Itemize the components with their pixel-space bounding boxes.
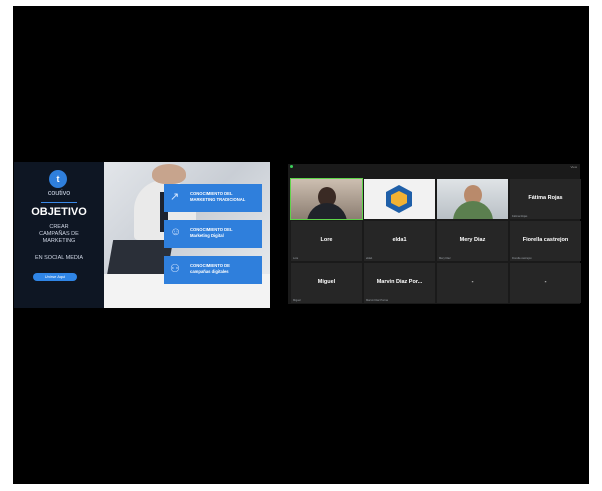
participant-name: Mery Diaz: [459, 237, 486, 243]
card-digital-marketing: ☺ CONOCIMIENTO DEL Marketing Digital: [164, 220, 262, 248]
network-icon: ⚇: [170, 263, 180, 275]
participant-label: Miguel: [293, 299, 301, 302]
hexagon-logo-icon: [386, 185, 412, 213]
card-traditional-marketing: ↗ CONOCIMIENTO DEL MARKETING TRADICIONAL: [164, 184, 262, 212]
participant-name: Lore: [320, 237, 333, 243]
person-icon: ☺: [170, 226, 182, 238]
participant-label: Marvin Diaz Porras: [366, 299, 389, 302]
slide-social-text: EN SOCIAL MEDIA: [34, 255, 84, 261]
participant-tile[interactable]: -: [510, 263, 581, 303]
participant-name: Fátima Rojas: [528, 195, 563, 201]
shared-screen: t coutivo OBJETIVO CREAR CAMPAÑAS DE MAR…: [14, 162, 270, 308]
participant-tile[interactable]: [437, 179, 508, 219]
join-button: Unirse Aqui: [33, 273, 77, 281]
slide-photo: ↗ CONOCIMIENTO DEL MARKETING TRADICIONAL …: [104, 162, 270, 308]
participant-tile[interactable]: Marvin Diaz Por... Marvin Diaz Porras: [364, 263, 435, 303]
participant-tile[interactable]: Lore Lore: [291, 221, 362, 261]
participant-name: -: [544, 279, 547, 285]
slide-sidebar: t coutivo OBJETIVO CREAR CAMPAÑAS DE MAR…: [14, 162, 104, 308]
recording-indicator-icon: [290, 165, 293, 168]
participant-name: Marvin Diaz Por...: [376, 279, 423, 285]
chart-icon: ↗: [170, 191, 180, 203]
participant-gallery: View Fátima Rojas Fátima Rojas Lore Lore…: [288, 164, 581, 304]
participant-tile[interactable]: [290, 178, 363, 220]
brand-name: coutivo: [47, 190, 71, 197]
slide-title: OBJETIVO: [31, 206, 87, 218]
card-digital-campaigns: ⚇ CONOCIMIENTO DE campañas digitales: [164, 256, 262, 284]
slide-subtitle: CREAR CAMPAÑAS DE MARKETING: [39, 224, 79, 244]
participant-tile[interactable]: elda1 elda1: [364, 221, 435, 261]
participant-tile[interactable]: Fátima Rojas Fátima Rojas: [510, 179, 581, 219]
participant-tile[interactable]: Mery Diaz Mery Diaz: [437, 221, 508, 261]
participant-label: Fátima Rojas: [512, 215, 528, 218]
participant-name: Miguel: [317, 279, 336, 285]
participant-name: -: [471, 279, 474, 285]
participant-tile[interactable]: Fiorella castrejon Fiorella castrejon: [510, 221, 581, 261]
participant-label: Lore: [293, 257, 299, 260]
participant-label: elda1: [366, 257, 373, 260]
participant-name: Fiorella castrejon: [522, 237, 569, 243]
view-button[interactable]: View: [571, 165, 577, 169]
divider: [41, 202, 77, 203]
participant-name: elda1: [392, 237, 407, 243]
participant-label: Fiorella castrejon: [512, 257, 532, 260]
participant-tile[interactable]: Miguel Miguel: [291, 263, 362, 303]
brand-logo-icon: t: [49, 170, 67, 188]
participant-tile[interactable]: -: [437, 263, 508, 303]
participant-label: Mery Diaz: [439, 257, 451, 260]
participant-tile[interactable]: [364, 179, 435, 219]
